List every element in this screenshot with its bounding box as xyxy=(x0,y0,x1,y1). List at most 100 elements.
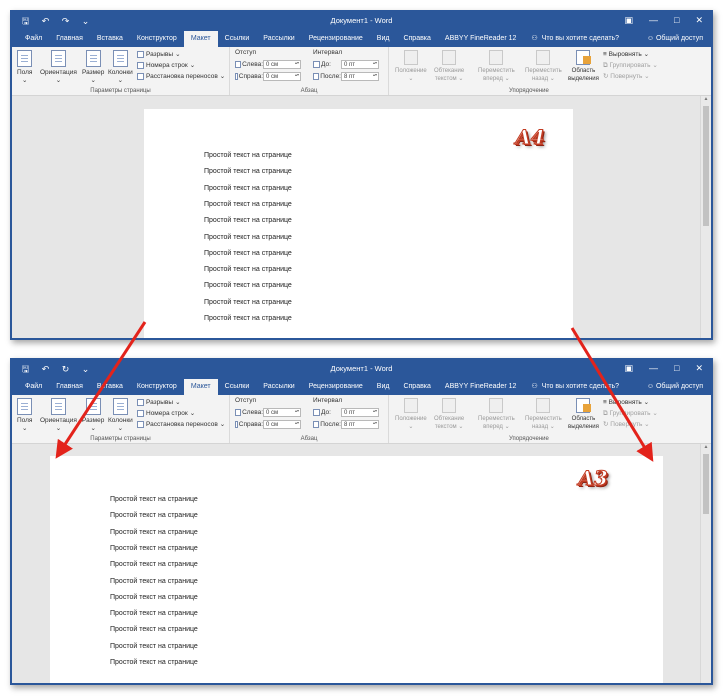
tab-layout[interactable]: Макет xyxy=(183,31,218,47)
size-button[interactable]: Размер ⌄ xyxy=(82,50,104,84)
document-line[interactable]: Простой текст на странице xyxy=(204,234,292,241)
document-line[interactable]: Простой текст на странице xyxy=(204,299,292,306)
page-a3[interactable]: Простой текст на странице Простой текст н… xyxy=(50,456,663,683)
indent-right-input[interactable]: 0 см xyxy=(263,420,301,429)
ribbon-display-icon[interactable]: ▣ xyxy=(625,15,634,26)
vertical-scrollbar[interactable]: ▲ xyxy=(700,96,711,338)
selection-pane-button[interactable]: Область выделения xyxy=(568,50,599,83)
tab-view[interactable]: Вид xyxy=(370,379,397,395)
document-line[interactable]: Простой текст на странице xyxy=(110,594,198,601)
close-icon[interactable]: ✕ xyxy=(695,15,703,26)
document-line[interactable]: Простой текст на странице xyxy=(204,282,292,289)
rotate-button[interactable]: ↻ Повернуть ⌄ xyxy=(603,72,650,80)
minimize-icon[interactable]: — xyxy=(649,15,658,26)
line-numbers-button[interactable]: Номера строк ⌄ xyxy=(137,61,195,69)
tab-design[interactable]: Конструктор xyxy=(130,31,184,47)
tab-file[interactable]: Файл xyxy=(18,379,49,395)
document-area[interactable]: Простой текст на странице Простой текст н… xyxy=(12,444,711,683)
align-button[interactable]: ≡ Выровнять ⌄ xyxy=(603,398,649,406)
spacing-before-input[interactable]: 0 пт xyxy=(341,60,379,69)
tab-file[interactable]: Файл xyxy=(18,31,49,47)
tab-insert[interactable]: Вставка xyxy=(90,379,130,395)
maximize-icon[interactable]: □ xyxy=(674,363,679,374)
breaks-button[interactable]: Разрывы ⌄ xyxy=(137,398,181,406)
document-area[interactable]: Простой текст на странице Простой текст н… xyxy=(12,96,711,338)
document-line[interactable]: Простой текст на странице xyxy=(110,626,198,633)
document-line[interactable]: Простой текст на странице xyxy=(110,578,198,585)
indent-right-input[interactable]: 0 см xyxy=(263,72,301,81)
document-line[interactable]: Простой текст на странице xyxy=(110,545,198,552)
tell-me-search[interactable]: ⚇ Что вы хотите сделать? xyxy=(523,379,619,395)
document-line[interactable]: Простой текст на странице xyxy=(204,201,292,208)
columns-button[interactable]: Колонки ⌄ xyxy=(108,398,133,432)
document-line[interactable]: Простой текст на странице xyxy=(204,168,292,175)
tab-insert[interactable]: Вставка xyxy=(90,31,130,47)
tab-home[interactable]: Главная xyxy=(49,31,90,47)
document-line[interactable]: Простой текст на странице xyxy=(110,512,198,519)
scroll-thumb[interactable] xyxy=(703,454,709,514)
send-backward-button[interactable]: Переместить назад ⌄ xyxy=(525,50,562,83)
align-button[interactable]: ≡ Выровнять ⌄ xyxy=(603,50,649,58)
tab-layout[interactable]: Макет xyxy=(183,379,218,395)
spacing-before-input[interactable]: 0 пт xyxy=(341,408,379,417)
share-button[interactable]: ☺ Общий доступ xyxy=(647,31,703,47)
document-line[interactable]: Простой текст на странице xyxy=(110,610,198,617)
tab-help[interactable]: Справка xyxy=(396,31,437,47)
margins-button[interactable]: Поля ⌄ xyxy=(17,398,32,432)
indent-left-input[interactable]: 0 см xyxy=(263,408,301,417)
tab-abbyy[interactable]: ABBYY FineReader 12 xyxy=(438,31,523,47)
margins-button[interactable]: Поля ⌄ xyxy=(17,50,32,84)
document-line[interactable]: Простой текст на странице xyxy=(204,217,292,224)
document-line[interactable]: Простой текст на странице xyxy=(204,315,292,322)
tab-mailings[interactable]: Рассылки xyxy=(256,31,301,47)
tab-design[interactable]: Конструктор xyxy=(130,379,184,395)
position-button[interactable]: Положение ⌄ xyxy=(395,398,427,431)
tab-help[interactable]: Справка xyxy=(396,379,437,395)
tab-home[interactable]: Главная xyxy=(49,379,90,395)
line-numbers-button[interactable]: Номера строк ⌄ xyxy=(137,409,195,417)
ribbon-display-icon[interactable]: ▣ xyxy=(625,363,634,374)
document-line[interactable]: Простой текст на странице xyxy=(110,643,198,650)
document-line[interactable]: Простой текст на странице xyxy=(204,266,292,273)
tab-references[interactable]: Ссылки xyxy=(218,379,257,395)
columns-button[interactable]: Колонки ⌄ xyxy=(108,50,133,84)
tab-abbyy[interactable]: ABBYY FineReader 12 xyxy=(438,379,523,395)
document-line[interactable]: Простой текст на странице xyxy=(204,185,292,192)
tab-review[interactable]: Рецензирование xyxy=(302,379,370,395)
document-line[interactable]: Простой текст на странице xyxy=(110,659,198,666)
position-button[interactable]: Положение ⌄ xyxy=(395,50,427,83)
tab-view[interactable]: Вид xyxy=(370,31,397,47)
wrap-text-button[interactable]: Обтекание текстом ⌄ xyxy=(434,50,464,83)
scroll-thumb[interactable] xyxy=(703,106,709,226)
document-line[interactable]: Простой текст на странице xyxy=(110,529,198,536)
maximize-icon[interactable]: □ xyxy=(674,15,679,26)
scroll-up-icon[interactable]: ▲ xyxy=(701,444,711,453)
minimize-icon[interactable]: — xyxy=(649,363,658,374)
scroll-up-icon[interactable]: ▲ xyxy=(701,96,711,105)
close-icon[interactable]: ✕ xyxy=(695,363,703,374)
hyphenation-button[interactable]: Расстановка переносов ⌄ xyxy=(137,72,225,80)
vertical-scrollbar[interactable]: ▲ xyxy=(700,444,711,683)
spacing-after-input[interactable]: 8 пт xyxy=(341,72,379,81)
spacing-after-input[interactable]: 8 пт xyxy=(341,420,379,429)
breaks-button[interactable]: Разрывы ⌄ xyxy=(137,50,181,58)
page-a4[interactable]: Простой текст на странице Простой текст н… xyxy=(144,109,573,338)
group-button[interactable]: ⧉ Группировать ⌄ xyxy=(603,409,658,418)
wrap-text-button[interactable]: Обтекание текстом ⌄ xyxy=(434,398,464,431)
bring-forward-button[interactable]: Переместить вперед ⌄ xyxy=(478,50,515,83)
share-button[interactable]: ☺ Общий доступ xyxy=(647,379,703,395)
document-line[interactable]: Простой текст на странице xyxy=(110,496,198,503)
rotate-button[interactable]: ↻ Повернуть ⌄ xyxy=(603,420,650,428)
tab-review[interactable]: Рецензирование xyxy=(302,31,370,47)
tell-me-search[interactable]: ⚇ Что вы хотите сделать? xyxy=(523,31,619,47)
document-line[interactable]: Простой текст на странице xyxy=(204,250,292,257)
document-line[interactable]: Простой текст на странице xyxy=(110,561,198,568)
orientation-button[interactable]: Ориентация ⌄ xyxy=(40,50,77,84)
bring-forward-button[interactable]: Переместить вперед ⌄ xyxy=(478,398,515,431)
orientation-button[interactable]: Ориентация ⌄ xyxy=(40,398,77,432)
indent-left-input[interactable]: 0 см xyxy=(263,60,301,69)
group-button[interactable]: ⧉ Группировать ⌄ xyxy=(603,61,658,70)
hyphenation-button[interactable]: Расстановка переносов ⌄ xyxy=(137,420,225,428)
tab-references[interactable]: Ссылки xyxy=(218,31,257,47)
tab-mailings[interactable]: Рассылки xyxy=(256,379,301,395)
